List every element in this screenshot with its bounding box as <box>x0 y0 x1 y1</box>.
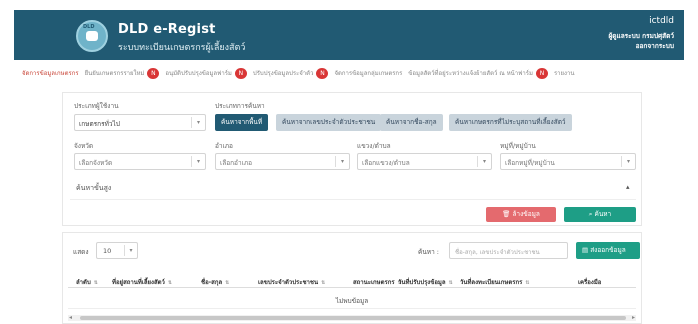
nav-label: ยืนยันเกษตรกรรายใหม่ <box>84 70 145 77</box>
scroll-thumb[interactable] <box>80 316 626 320</box>
col-label: สถานะเกษตรกร <box>353 279 395 286</box>
col-status[interactable]: สถานะเกษตรกร ⇅ <box>353 277 402 287</box>
province-placeholder: เลือกจังหวัด <box>79 159 113 167</box>
nav-label: ปรับปรุงข้อมูลประจำตัว <box>252 70 314 77</box>
chevron-down-icon: ▾ <box>191 156 205 167</box>
chevron-down-icon: ▾ <box>477 156 491 167</box>
col-registered[interactable]: วันที่ลงทะเบียนเกษตรกร ⇅ <box>460 277 530 287</box>
nav-item-update-id[interactable]: ปรับปรุงข้อมูลประจำตัว N <box>252 67 329 79</box>
logout-link[interactable]: ออกจากระบบ <box>608 41 674 51</box>
nav-item-animal-move[interactable]: ข้อมูลสัตว์ที่อยู่ระหว่างแจ้งย้ายสัตว์ ณ… <box>408 67 548 79</box>
user-type-label: ประเภทผู้ใช้งาน <box>74 102 119 110</box>
col-address[interactable]: ที่อยู่สถานที่เลี้ยงสัตว์ ⇅ <box>112 277 172 287</box>
sort-icon: ⇅ <box>448 280 453 286</box>
subdistrict-label: แขวง/ตำบล <box>357 142 391 150</box>
username[interactable]: ictdld <box>608 16 674 26</box>
col-label: วันที่ลงทะเบียนเกษตรกร <box>460 279 523 286</box>
scroll-left-icon[interactable]: ◂ <box>69 314 72 321</box>
empty-message: ไม่พบข้อมูล <box>68 296 636 309</box>
nav-item-confirm-new[interactable]: ยืนยันเกษตรกรรายใหม่ N <box>84 67 160 79</box>
user-info[interactable]: ictdld ผู้ดูแลระบบ กรมปศุสัตว์ ออกจากระบ… <box>608 16 674 51</box>
subdistrict-select[interactable]: เลือกแขวง/ตำบล ▾ <box>357 153 492 170</box>
sort-icon: ⇅ <box>167 280 173 286</box>
chip-search-by-name[interactable]: ค้นหาจากชื่อ-สกุล <box>380 114 443 131</box>
search-button[interactable]: ⌕ ค้นหา <box>564 207 636 222</box>
col-label: ที่อยู่สถานที่เลี้ยงสัตว์ <box>112 279 165 286</box>
clear-button[interactable]: 🗑 ล้างข้อมูล <box>486 207 556 222</box>
nav-label: จัดการข้อมูลกลุ่มเกษตรกร <box>334 70 403 77</box>
chevron-down-icon: ▾ <box>621 156 635 167</box>
main-nav: จัดการข้อมูลเกษตรกร ยืนยันเกษตรกรรายใหม่… <box>22 66 687 80</box>
app-header: DLD DLD e-Regist ระบบทะเบียนเกษตรกรผู้เล… <box>14 10 684 60</box>
sort-icon: ⇅ <box>321 280 326 286</box>
export-label: ส่งออกข้อมูล <box>590 246 626 254</box>
page-size-select[interactable]: 10 ▾ <box>96 242 138 259</box>
district-placeholder: เลือกอำเภอ <box>220 159 253 167</box>
col-name[interactable]: ชื่อ-สกุล ⇅ <box>201 277 229 287</box>
province-label: จังหวัด <box>74 142 94 150</box>
col-updated[interactable]: วันที่ปรับปรุงข้อมูล ⇅ <box>398 277 453 287</box>
search-type-label: ประเภทการค้นหา <box>215 102 265 110</box>
divider <box>70 199 636 200</box>
col-order[interactable]: ลำดับ ⇅ <box>76 277 98 287</box>
village-placeholder: เลือกหมู่ที่/หมู่บ้าน <box>505 159 555 167</box>
nav-label: อนุมัติปรับปรุงข้อมูลฟาร์ม <box>165 70 232 77</box>
nav-item-approve-farm[interactable]: อนุมัติปรับปรุงข้อมูลฟาร์ม N <box>165 67 247 79</box>
page-size-label: แสดง <box>73 248 89 256</box>
chevron-down-icon: ▾ <box>335 156 349 167</box>
village-select[interactable]: เลือกหมู่ที่/หมู่บ้าน ▾ <box>500 153 636 170</box>
advanced-search-toggle[interactable]: ค้นหาขั้นสูง <box>76 183 111 194</box>
app-subtitle: ระบบทะเบียนเกษตรกรผู้เลี้ยงสัตว์ <box>118 43 246 53</box>
user-type-select[interactable]: เกษตรกรทั่วไป ▾ <box>74 114 206 131</box>
district-select[interactable]: เลือกอำเภอ ▾ <box>215 153 350 170</box>
logo-text: DLD <box>83 24 95 30</box>
new-badge: N <box>316 67 329 79</box>
sort-icon: ⇅ <box>93 280 98 286</box>
table-header: ลำดับ ⇅ ที่อยู่สถานที่เลี้ยงสัตว์ ⇅ ชื่อ-ส… <box>68 274 636 288</box>
chevron-up-icon[interactable]: ▴ <box>626 183 630 191</box>
village-label: หมู่ที่/หมู่บ้าน <box>500 142 536 150</box>
col-label: เลขประจำตัวประชาชน <box>258 279 319 286</box>
nav-item-reports[interactable]: รายงาน <box>554 68 575 78</box>
subdistrict-placeholder: เลือกแขวง/ตำบล <box>362 159 410 167</box>
user-type-value: เกษตรกรทั่วไป <box>79 120 120 128</box>
file-icon: ▤ <box>582 246 591 254</box>
district-label: อำเภอ <box>215 142 233 150</box>
col-citizen-id[interactable]: เลขประจำตัวประชาชน ⇅ <box>258 277 325 287</box>
chip-search-by-id[interactable]: ค้นหาจากเลขประจำตัวประชาชน <box>276 114 382 131</box>
search-label: ค้นหา <box>594 210 612 218</box>
clear-label: ล้างข้อมูล <box>512 210 540 218</box>
nav-item-farmer-groups[interactable]: จัดการข้อมูลกลุ่มเกษตรกร <box>334 68 402 78</box>
new-badge: N <box>147 67 160 79</box>
trash-icon: 🗑 <box>502 210 513 218</box>
sort-icon: ⇅ <box>525 280 530 286</box>
col-label: ลำดับ <box>76 279 91 286</box>
page-size-value: 10 <box>103 247 112 255</box>
scroll-right-icon[interactable]: ▸ <box>632 314 635 321</box>
table-search-input[interactable]: ชื่อ-สกุล, เลขประจำตัวประชาชน <box>449 242 568 259</box>
nav-label: รายงาน <box>553 70 575 77</box>
chip-search-no-location[interactable]: ค้นหาเกษตรกรที่ไม่ระบุสถานที่เลี้ยงสัตว์ <box>449 114 572 131</box>
new-badge: N <box>535 67 548 79</box>
export-button[interactable]: ▤ ส่งออกข้อมูล <box>576 242 640 259</box>
col-label: วันที่ปรับปรุงข้อมูล <box>398 279 446 286</box>
nav-label: จัดการข้อมูลเกษตรกร <box>22 70 79 77</box>
dld-logo-icon: DLD <box>76 20 108 52</box>
user-role: ผู้ดูแลระบบ กรมปศุสัตว์ <box>608 32 674 40</box>
sort-icon: ⇅ <box>225 280 230 286</box>
col-label: ชื่อ-สกุล <box>201 279 223 286</box>
new-badge: N <box>234 67 247 79</box>
app-title: DLD e-Regist <box>118 22 216 37</box>
nav-label: ข้อมูลสัตว์ที่อยู่ระหว่างแจ้งย้ายสัตว์ ณ… <box>408 70 533 77</box>
chevron-down-icon: ▾ <box>191 117 205 128</box>
chevron-down-icon: ▾ <box>124 245 137 256</box>
chip-search-by-area[interactable]: ค้นหาจากพื้นที่ <box>215 114 269 131</box>
horizontal-scrollbar[interactable]: ◂ ▸ <box>68 314 636 321</box>
col-tools: เครื่องมือ <box>578 279 602 286</box>
province-select[interactable]: เลือกจังหวัด ▾ <box>74 153 206 170</box>
nav-item-farmer-data[interactable]: จัดการข้อมูลเกษตรกร <box>22 68 79 78</box>
table-search-label: ค้นหา : <box>418 248 439 256</box>
